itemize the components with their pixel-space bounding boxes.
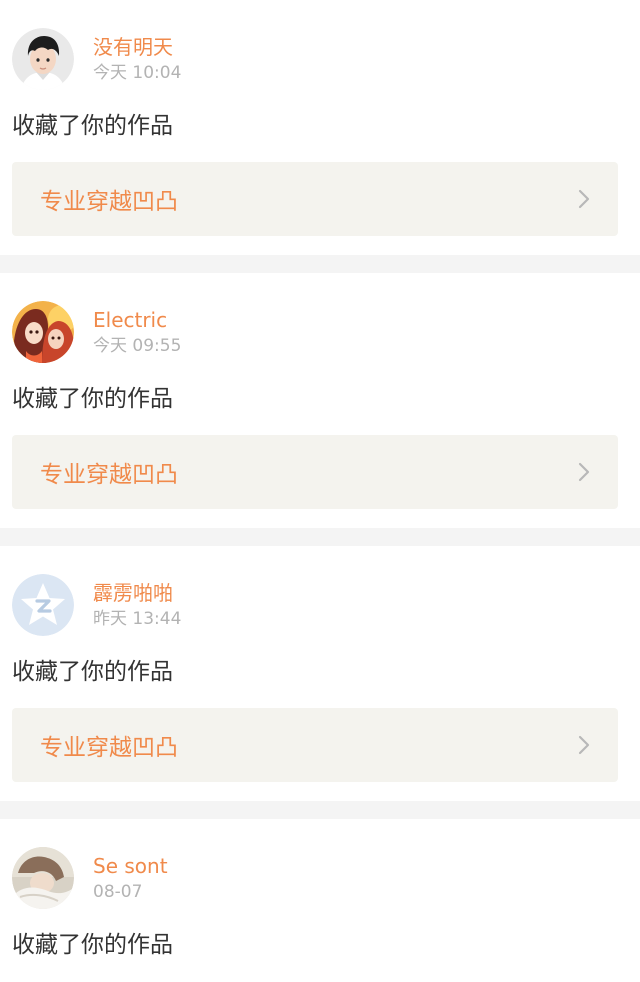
action-text: 收藏了你的作品: [12, 113, 173, 139]
user-meta: Electric 今天 09:55: [93, 306, 181, 358]
timestamp: 08-07: [93, 882, 143, 902]
work-title: 专业穿越凹凸: [40, 462, 178, 488]
notification-feed: 没有明天 今天 10:04 收藏了你的作品 专业穿越凹凸 Electric 今天…: [0, 0, 640, 982]
work-title: 专业穿越凹凸: [40, 189, 178, 215]
notification-header: 没有明天 今天 10:04: [12, 27, 181, 91]
avatar-default-star-icon: [12, 574, 74, 636]
notification-header: 霹雳啪啪 昨天 13:44: [12, 573, 181, 637]
notification-card: 没有明天 今天 10:04 收藏了你的作品 专业穿越凹凸: [0, 0, 640, 255]
timestamp: 今天 10:04: [93, 63, 182, 83]
work-link-button[interactable]: 专业穿越凹凸: [12, 708, 618, 782]
username[interactable]: 霹雳啪啪: [93, 579, 181, 607]
work-title: 专业穿越凹凸: [40, 735, 178, 761]
user-meta: 没有明天 今天 10:04: [93, 33, 181, 85]
action-text: 收藏了你的作品: [12, 386, 173, 412]
username[interactable]: Se sont: [93, 852, 168, 880]
username[interactable]: Electric: [93, 306, 181, 334]
username[interactable]: 没有明天: [93, 33, 181, 61]
avatar-anime-icon: [12, 301, 74, 363]
timestamp: 昨天 13:44: [93, 609, 182, 629]
notification-header: Electric 今天 09:55: [12, 300, 181, 364]
notification-header: Se sont 08-07: [12, 846, 168, 910]
work-link-button[interactable]: 专业穿越凹凸: [12, 435, 618, 509]
work-link-button[interactable]: 专业穿越凹凸: [12, 162, 618, 236]
user-meta: Se sont 08-07: [93, 852, 168, 904]
notification-card: 霹雳啪啪 昨天 13:44 收藏了你的作品 专业穿越凹凸: [0, 546, 640, 801]
avatar[interactable]: [12, 28, 74, 90]
avatar-photo-icon: [12, 847, 74, 909]
notification-card: Se sont 08-07 收藏了你的作品: [0, 819, 640, 982]
avatar[interactable]: [12, 574, 74, 636]
chevron-right-icon: [577, 188, 591, 210]
action-text: 收藏了你的作品: [12, 659, 173, 685]
user-meta: 霹雳啪啪 昨天 13:44: [93, 579, 181, 631]
avatar[interactable]: [12, 847, 74, 909]
chevron-right-icon: [577, 734, 591, 756]
timestamp: 今天 09:55: [93, 336, 182, 356]
avatar-boy-icon: [12, 28, 74, 90]
action-text: 收藏了你的作品: [12, 932, 173, 958]
chevron-right-icon: [577, 461, 591, 483]
avatar[interactable]: [12, 301, 74, 363]
notification-card: Electric 今天 09:55 收藏了你的作品 专业穿越凹凸: [0, 273, 640, 528]
